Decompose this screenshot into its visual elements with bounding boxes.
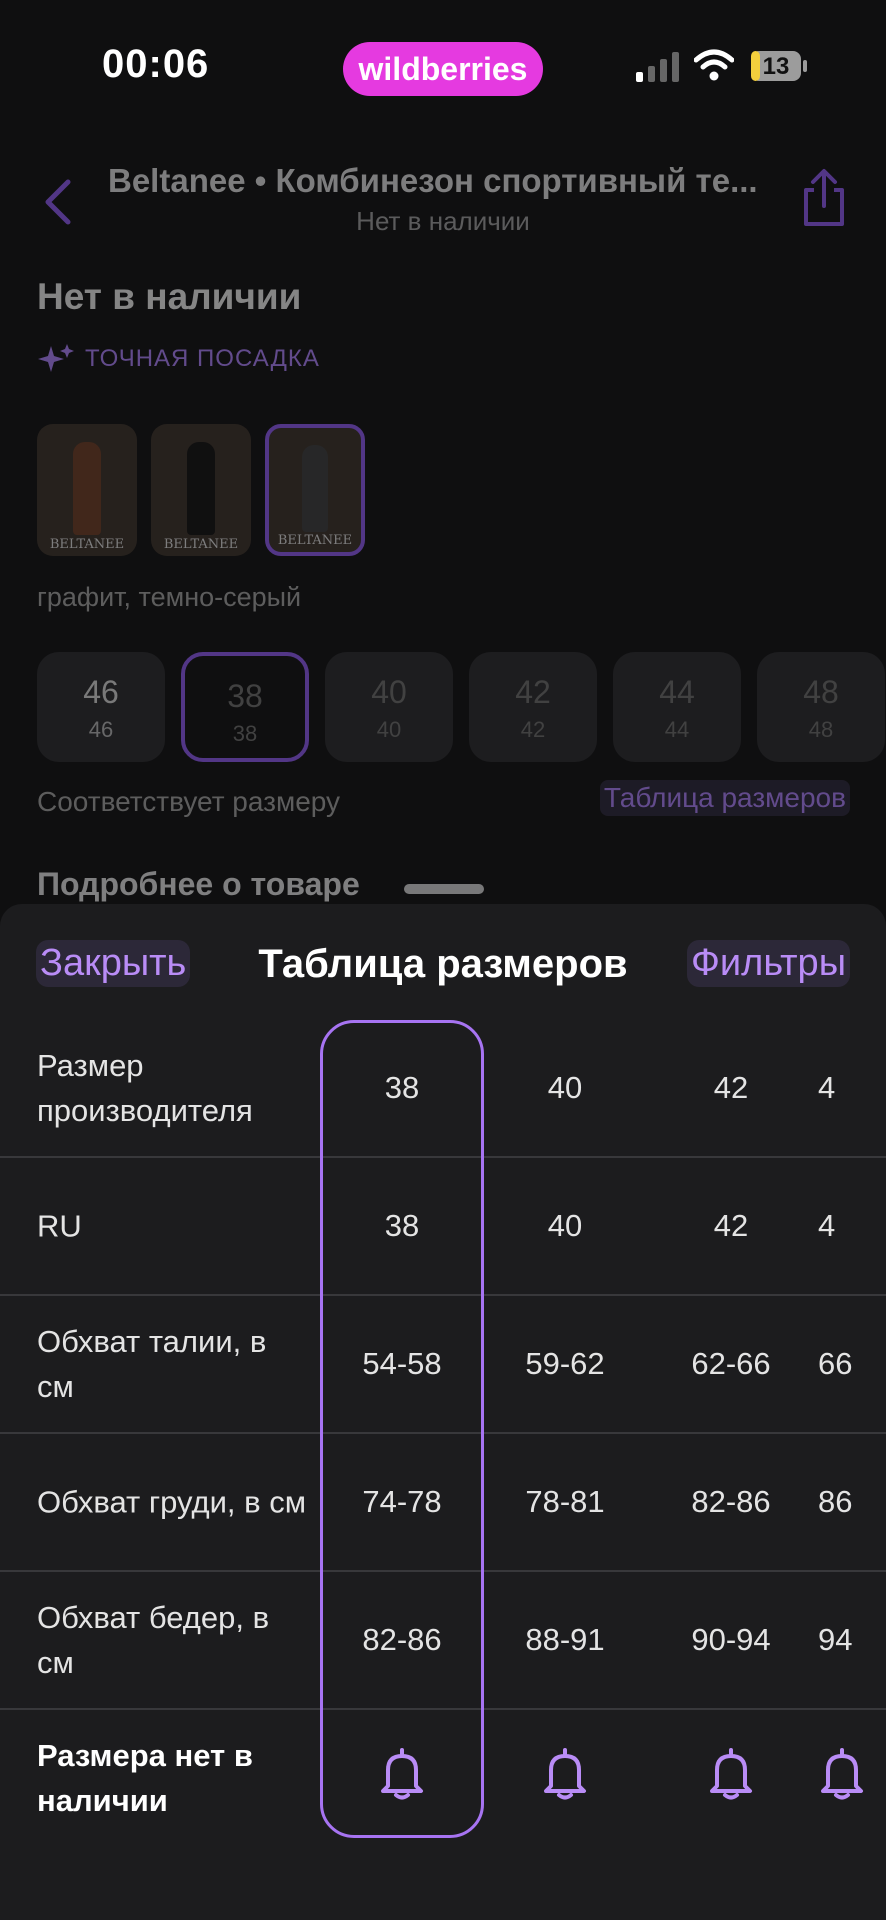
size-chip-48[interactable]: 48 48 [757, 652, 885, 762]
table-cell: 40 [547, 1208, 583, 1243]
size-chip-label: 40 [371, 674, 407, 710]
wifi-icon [694, 49, 734, 81]
exact-fit-badge: ТОЧНАЯ ПОСАДКА [37, 342, 320, 376]
table-cell: 42 [713, 1208, 749, 1243]
product-title: Beltanee • Комбинезон спортивный те... [108, 162, 758, 199]
size-selector: 46 46 38 38 40 40 42 42 44 44 48 48 [37, 652, 885, 762]
size-chip-44[interactable]: 44 44 [613, 652, 741, 762]
share-icon[interactable] [800, 168, 848, 228]
row-label: RU [37, 1208, 82, 1244]
thumbnail-watermark: BELTANEE [49, 537, 125, 552]
bell-icon [710, 1748, 752, 1800]
product-page-background: Beltanee • Комбинезон спортивный те... Н… [0, 130, 886, 910]
exact-fit-label: ТОЧНАЯ ПОСАДКА [85, 345, 320, 372]
table-cell: 62-66 [691, 1346, 771, 1381]
status-time: 00:06 [102, 42, 210, 86]
table-cell: 94 [818, 1622, 853, 1657]
size-chip-label: 42 [515, 674, 551, 710]
size-chip-46[interactable]: 46 46 [37, 652, 165, 762]
notify-bell-42[interactable] [651, 1748, 811, 1808]
sheet-grabber[interactable] [404, 884, 484, 894]
table-cell: 86 [818, 1484, 853, 1519]
cell-signal-icon [636, 52, 679, 82]
selected-size-column-highlight [320, 1020, 484, 1838]
color-thumbnail-graphite[interactable]: BELTANEE [265, 424, 365, 556]
table-cell: 88-91 [525, 1622, 605, 1657]
size-chip-label: 38 [227, 678, 263, 714]
notify-bell-next[interactable] [818, 1748, 886, 1808]
row-label: Размера нет в наличии [37, 1738, 253, 1818]
brand-pill: wildberries [343, 42, 543, 96]
size-chip-40[interactable]: 40 40 [325, 652, 453, 762]
row-label: Обхват бедер, в см [37, 1600, 270, 1680]
table-cell: 42 [713, 1070, 749, 1105]
more-about-product[interactable]: Подробнее о товаре [37, 866, 360, 903]
battery-icon: 13 [750, 50, 808, 82]
size-chip-label: 46 [83, 674, 119, 710]
filters-button[interactable]: Фильтры [687, 940, 850, 987]
table-cell: 59-62 [525, 1346, 605, 1381]
bell-icon [821, 1748, 863, 1800]
back-arrow-icon[interactable] [38, 176, 78, 228]
size-chip-42[interactable]: 42 42 [469, 652, 597, 762]
size-chip-sublabel: 40 [376, 717, 402, 742]
row-label: Обхват груди, в см [37, 1484, 307, 1520]
table-cell: 4 [818, 1208, 836, 1243]
availability-subtitle: Нет в наличии [356, 206, 530, 236]
table-cell: 40 [547, 1070, 583, 1105]
table-cell: 82-86 [691, 1484, 771, 1519]
notify-bell-40[interactable] [485, 1748, 645, 1808]
table-cell: 4 [818, 1070, 836, 1105]
status-bar: 00:06 wildberries 13 [0, 0, 886, 130]
size-chip-sublabel: 42 [520, 717, 546, 742]
size-chip-sublabel: 44 [664, 717, 690, 742]
row-label: Обхват талии, в см [37, 1324, 267, 1404]
table-cell: 78-81 [525, 1484, 605, 1519]
color-thumbnail-black[interactable]: BELTANEE [151, 424, 251, 556]
size-chip-38[interactable]: 38 38 [181, 652, 309, 762]
size-chip-sublabel: 48 [808, 717, 834, 742]
thumbnail-watermark: BELTANEE [163, 537, 239, 552]
size-chip-label: 44 [659, 674, 695, 710]
selected-color-name: графит, темно-серый [37, 582, 302, 612]
table-cell: 90-94 [691, 1622, 771, 1657]
size-chip-sublabel: 38 [232, 721, 258, 746]
table-cell: 66 [818, 1346, 853, 1381]
fit-description: Соответствует размеру [37, 786, 341, 817]
sparkle-icon [38, 344, 74, 372]
size-table-link[interactable]: Таблица размеров [599, 780, 850, 816]
thumbnail-watermark: BELTANEE [277, 533, 353, 548]
row-label: Размер производителя [37, 1048, 253, 1128]
size-chip-label: 48 [803, 674, 839, 710]
size-chip-sublabel: 46 [88, 717, 114, 742]
bell-icon [544, 1748, 586, 1800]
color-thumbnails: BELTANEE BELTANEE BELTANEE [37, 424, 365, 556]
color-thumbnail-brown[interactable]: BELTANEE [37, 424, 137, 556]
stock-status-title: Нет в наличии [37, 276, 302, 317]
battery-level: 13 [762, 53, 790, 80]
